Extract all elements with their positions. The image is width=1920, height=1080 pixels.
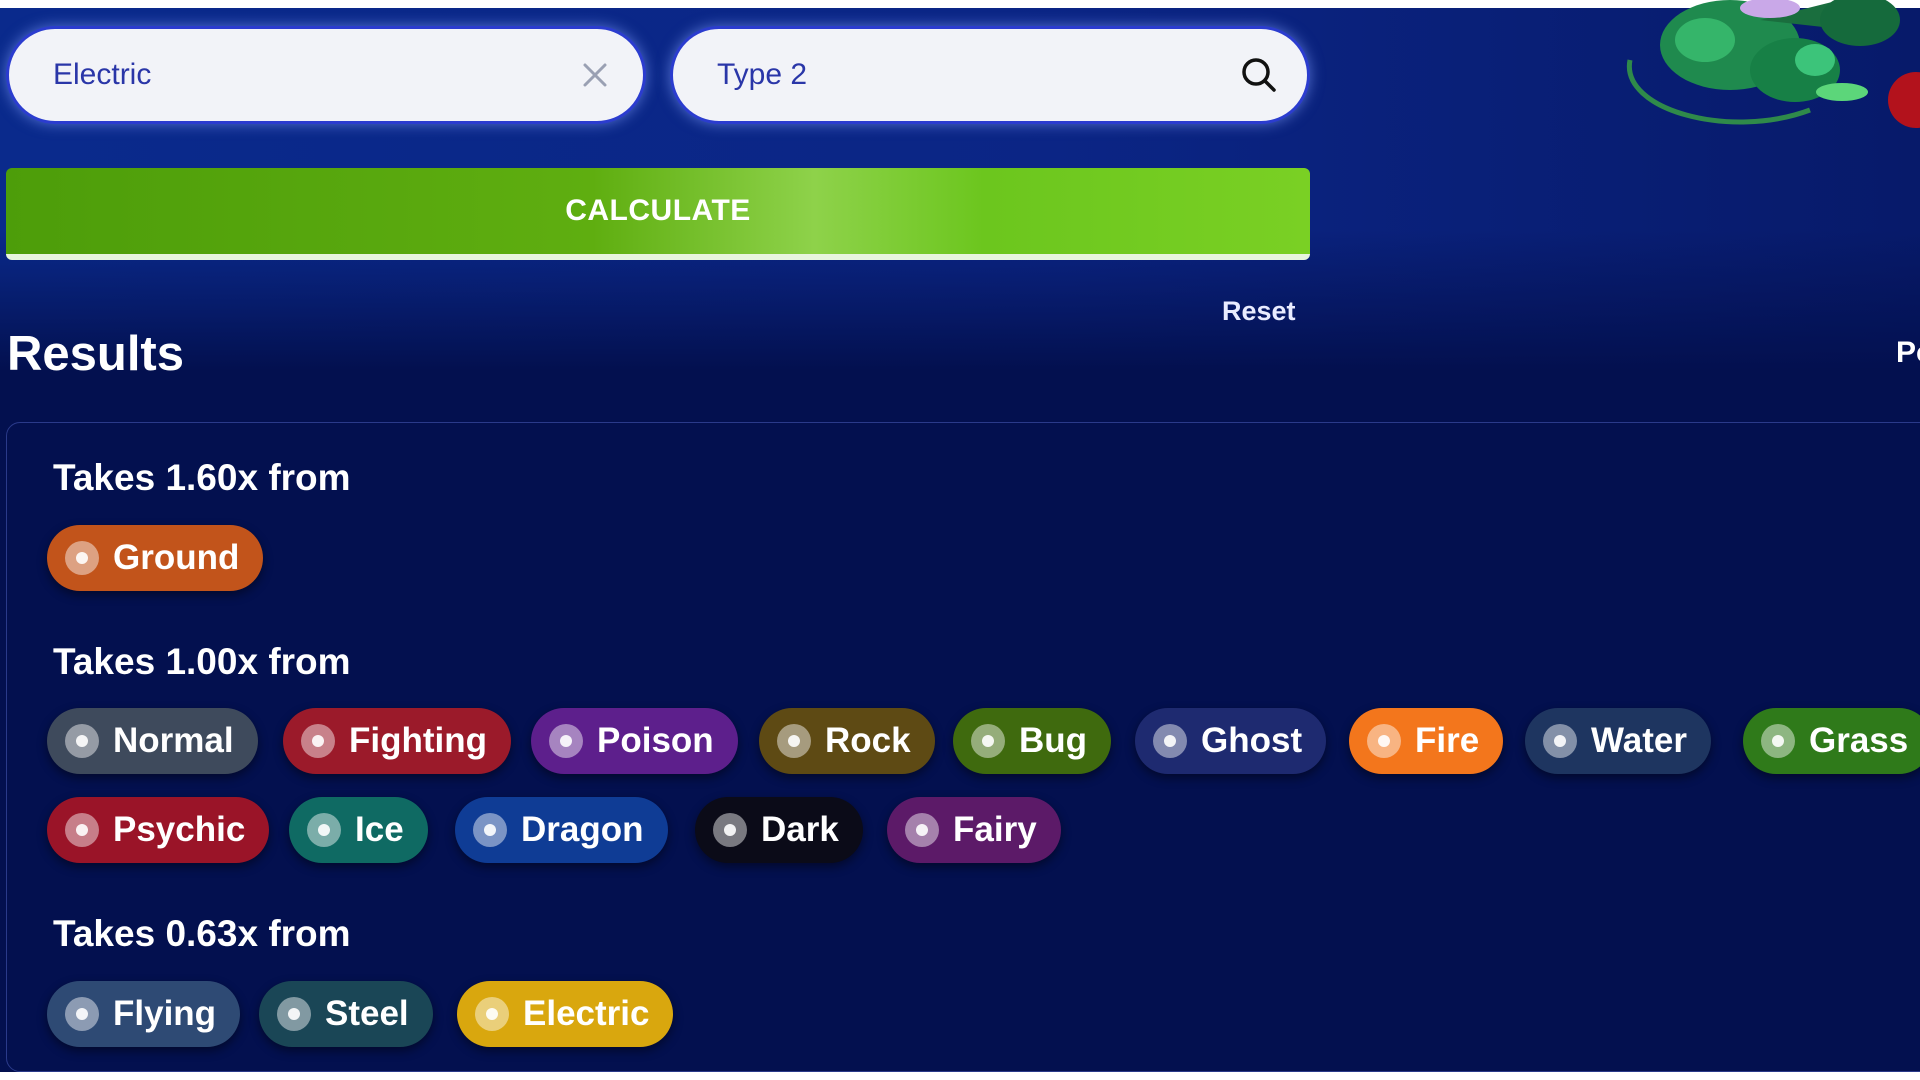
fairy-icon: [905, 813, 939, 847]
poison-icon: [549, 724, 583, 758]
type-chip-flying[interactable]: Flying: [47, 981, 241, 1047]
type2-input[interactable]: [715, 57, 1239, 93]
flying-icon: [65, 997, 99, 1031]
type-label: Psychic: [113, 810, 246, 849]
reset-button[interactable]: Reset: [1222, 296, 1296, 327]
type-chip-fairy[interactable]: Fairy: [887, 797, 1061, 863]
fighting-icon: [301, 724, 335, 758]
type-label: Ground: [113, 538, 240, 577]
type-chip-fire[interactable]: Fire: [1349, 708, 1504, 774]
type-label: Water: [1591, 721, 1687, 760]
dragon-icon: [473, 813, 507, 847]
section-heading-super-effective: Takes 1.60x from: [53, 457, 351, 498]
type1-field[interactable]: [6, 26, 646, 124]
type-chip-rock[interactable]: Rock: [759, 708, 935, 774]
type-chip-ghost[interactable]: Ghost: [1135, 708, 1327, 774]
section-heading-resisted: Takes 0.63x from: [53, 913, 351, 954]
type-chip-dragon[interactable]: Dragon: [455, 797, 668, 863]
steel-icon: [277, 997, 311, 1031]
dark-icon: [713, 813, 747, 847]
type-label: Fighting: [349, 721, 488, 760]
type-label: Ice: [355, 810, 404, 849]
type-chip-water[interactable]: Water: [1525, 708, 1711, 774]
calculate-button[interactable]: CALCULATE: [6, 168, 1310, 260]
type-chip-fighting[interactable]: Fighting: [283, 708, 512, 774]
type-chip-grass[interactable]: Grass: [1743, 708, 1920, 774]
type-chip-ground[interactable]: Ground: [47, 525, 264, 591]
type-label: Rock: [825, 721, 911, 760]
type-label: Fire: [1415, 721, 1480, 760]
type-chip-normal[interactable]: Normal: [47, 708, 258, 774]
type-label: Bug: [1019, 721, 1088, 760]
type-chip-steel[interactable]: Steel: [259, 981, 433, 1047]
pokemon-artwork: [1626, 0, 1920, 128]
type1-input[interactable]: [51, 57, 575, 93]
type-label: Dragon: [521, 810, 644, 849]
type-chip-dark[interactable]: Dark: [695, 797, 863, 863]
type-chip-bug[interactable]: Bug: [953, 708, 1112, 774]
type-chip-ice[interactable]: Ice: [289, 797, 428, 863]
water-icon: [1543, 724, 1577, 758]
ice-icon: [307, 813, 341, 847]
type-label: Dark: [761, 810, 839, 849]
ghost-icon: [1153, 724, 1187, 758]
fire-icon: [1367, 724, 1401, 758]
bug-icon: [971, 724, 1005, 758]
type-chip-poison[interactable]: Poison: [531, 708, 738, 774]
ground-icon: [65, 541, 99, 575]
normal-icon: [65, 724, 99, 758]
section-heading-neutral: Takes 1.00x from: [53, 641, 351, 682]
results-title: Results: [7, 327, 185, 381]
type-label: Grass: [1809, 721, 1909, 760]
rock-icon: [777, 724, 811, 758]
type-label: Electric: [523, 994, 650, 1033]
psychic-icon: [65, 813, 99, 847]
clear-icon[interactable]: [575, 55, 615, 95]
grass-icon: [1761, 724, 1795, 758]
type-label: Steel: [325, 994, 409, 1033]
side-panel-heading: Po: [1896, 336, 1920, 369]
results-panel: Takes 1.60x from Ground Takes 1.00x from…: [6, 422, 1920, 1072]
type-chip-psychic[interactable]: Psychic: [47, 797, 270, 863]
type-label: Poison: [597, 721, 714, 760]
type2-field[interactable]: [670, 26, 1310, 124]
type-label: Ghost: [1201, 721, 1303, 760]
electric-icon: [475, 997, 509, 1031]
search-icon[interactable]: [1239, 55, 1279, 95]
type-chip-electric[interactable]: Electric: [457, 981, 674, 1047]
bottom-edge: [0, 1072, 1920, 1080]
type-label: Fairy: [953, 810, 1037, 849]
type-label: Flying: [113, 994, 217, 1033]
type-label: Normal: [113, 721, 234, 760]
